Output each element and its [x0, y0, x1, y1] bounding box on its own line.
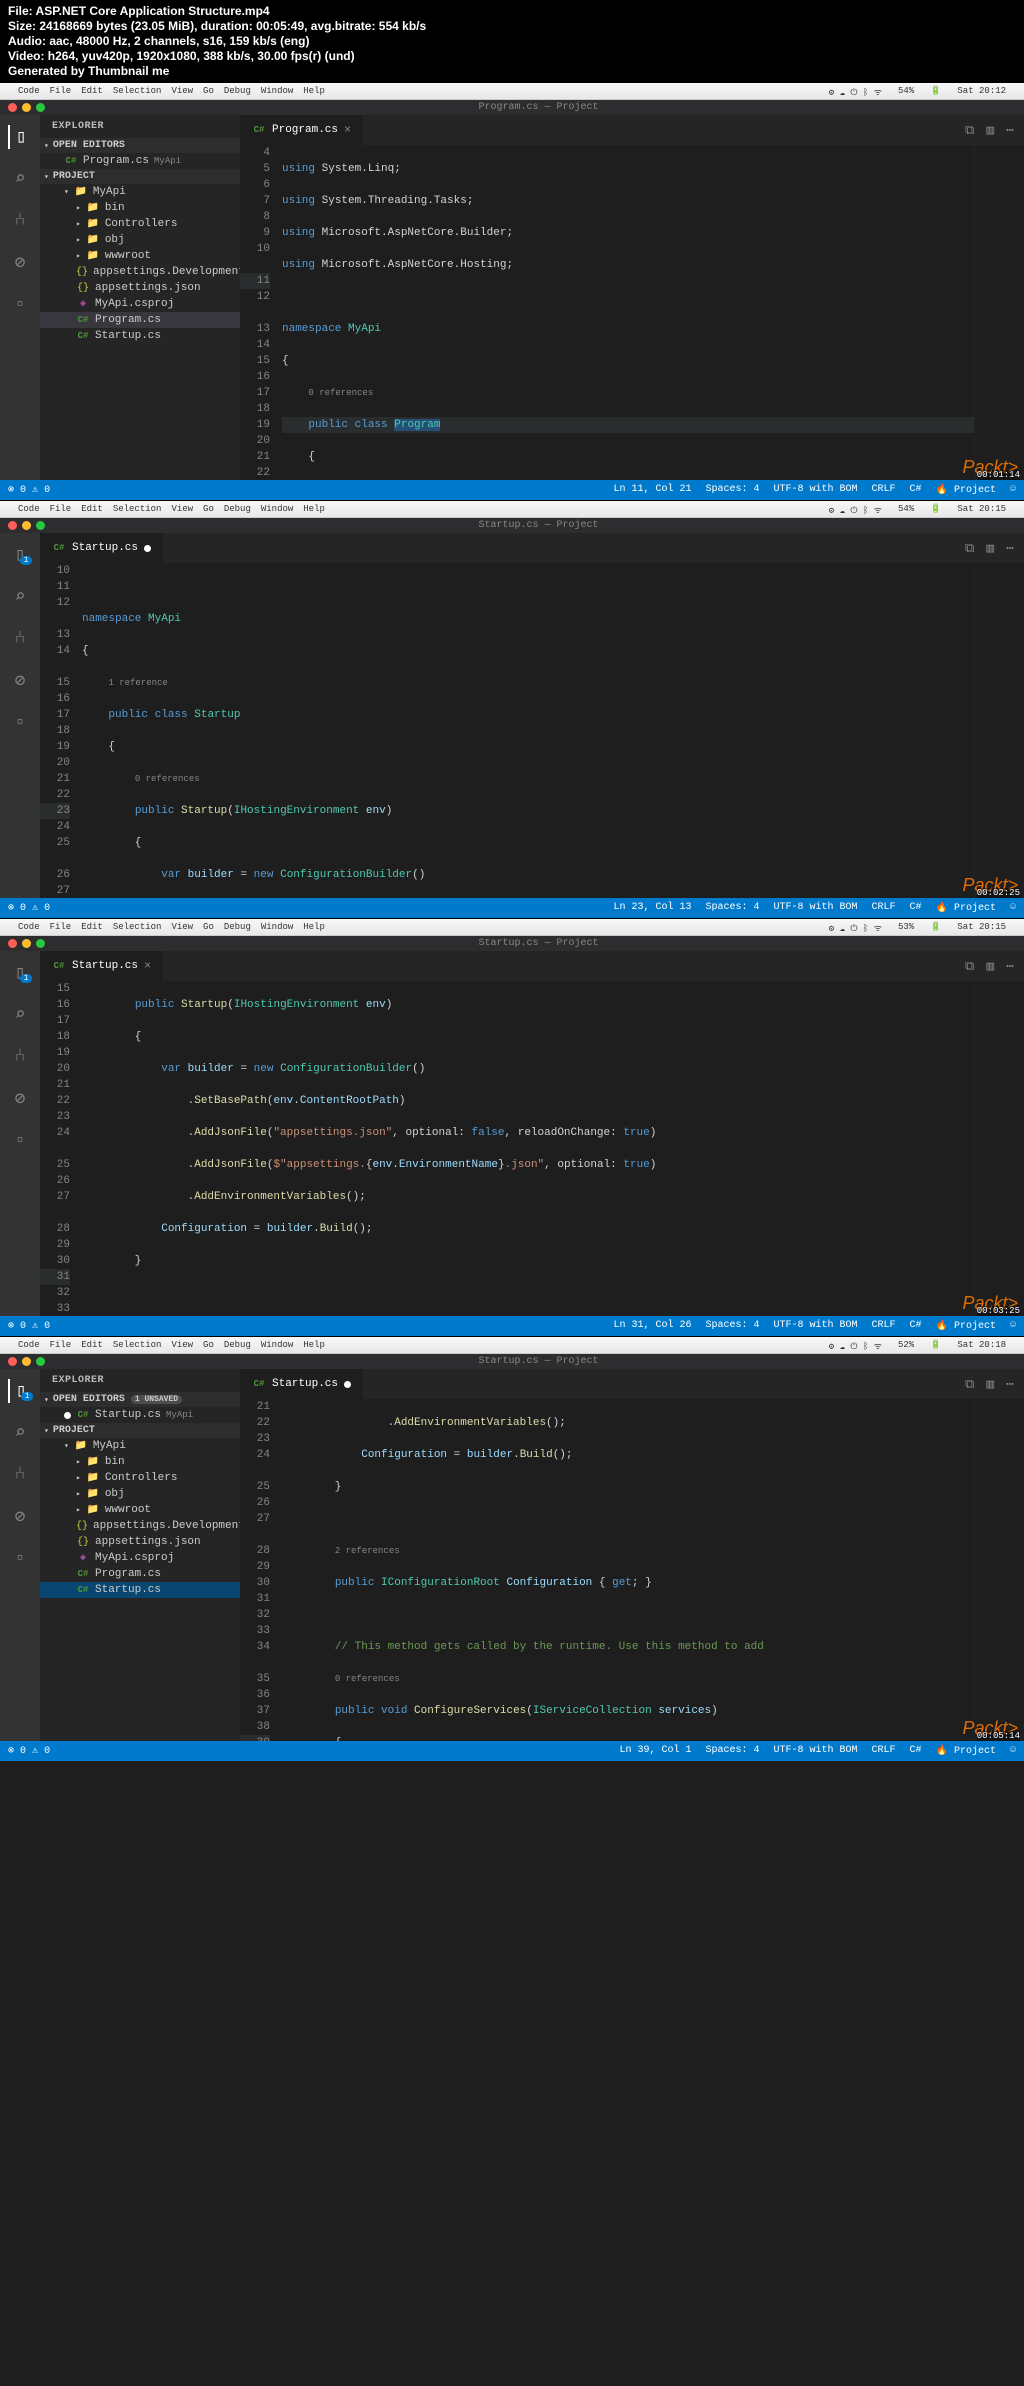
git-icon[interactable]: ⑃ [8, 209, 32, 233]
search-icon[interactable]: ⌕ [8, 585, 32, 609]
open-editors-section[interactable]: ▾OPEN EDITORS [40, 138, 240, 153]
explorer-icon[interactable]: ▯1 [8, 961, 32, 985]
git-icon[interactable]: ⑃ [8, 627, 32, 651]
statusbar: ⊗ 0 ⚠ 0 Ln 11, Col 21 Spaces: 4 UTF-8 wi… [0, 480, 1024, 500]
explorer-sidebar: EXPLORER ▾OPEN EDITORS C#Program.cs MyAp… [40, 115, 240, 480]
mac-menubar[interactable]: Code File Edit Selection View Go Debug W… [0, 83, 1024, 100]
explorer-icon[interactable]: ▯1 [8, 543, 32, 567]
menu-window[interactable]: Window [261, 86, 293, 96]
explorer-title: EXPLORER [40, 115, 240, 138]
metadata-header: File: ASP.NET Core Application Structure… [0, 0, 1024, 83]
menu-selection[interactable]: Selection [113, 86, 162, 96]
minimap[interactable] [974, 145, 1024, 480]
code-content[interactable]: using System.Linq; using System.Threadin… [282, 145, 974, 480]
clock[interactable]: Sat 20:12 [957, 86, 1006, 96]
explorer-icon[interactable]: ▯1 [8, 1379, 32, 1403]
split-icon[interactable]: ⧉ [965, 123, 974, 138]
battery-percent: 54% [898, 86, 914, 96]
debug-icon[interactable]: ⊘ [8, 1505, 32, 1529]
activity-bar: ▯ ⌕ ⑃ ⊘ ▫ [0, 115, 40, 480]
git-icon[interactable]: ⑃ [8, 1463, 32, 1487]
error-count[interactable]: ⊗ 0 ⚠ 0 [8, 484, 50, 496]
menu-go[interactable]: Go [203, 86, 214, 96]
search-icon[interactable]: ⌕ [8, 167, 32, 191]
menu-file[interactable]: File [50, 86, 72, 96]
window-title: Startup.cs — Project [53, 518, 1024, 533]
open-editor-program[interactable]: C#Program.cs MyApi [40, 153, 240, 169]
battery-icon: 🔋 [930, 86, 941, 96]
debug-icon[interactable]: ⊘ [8, 251, 32, 275]
file-csproj[interactable]: ◆MyApi.csproj [40, 296, 240, 312]
tab-startup[interactable]: C#Startup.cs× [40, 951, 164, 981]
explorer-icon[interactable]: ▯ [8, 125, 32, 149]
open-editor-startup[interactable]: C#Startup.cs MyApi [40, 1407, 240, 1423]
more-icon[interactable]: ⋯ [1006, 123, 1014, 138]
menu-edit[interactable]: Edit [81, 86, 103, 96]
language[interactable]: C# [910, 484, 922, 496]
layout-icon[interactable]: ▥ [986, 123, 994, 138]
line-gutter: 45678910111213141516171819202122232425 [240, 145, 282, 480]
tab-startup[interactable]: C#Startup.cs [240, 1369, 364, 1399]
code-content[interactable]: .AddEnvironmentVariables(); Configuratio… [282, 1399, 974, 1741]
search-icon[interactable]: ⌕ [8, 1421, 32, 1445]
window-controls[interactable] [0, 100, 53, 115]
debug-icon[interactable]: ⊘ [8, 1087, 32, 1111]
feedback-icon[interactable]: ☺ [1010, 484, 1016, 496]
file-appsettings[interactable]: {}appsettings.json [40, 280, 240, 296]
encoding[interactable]: UTF-8 with BOM [773, 484, 857, 496]
wifi-icon[interactable]: ⚙ ☁ ⏻ ᛒ ᯤ [829, 85, 882, 98]
git-icon[interactable]: ⑃ [8, 1045, 32, 1069]
extensions-icon[interactable]: ▫ [8, 711, 32, 735]
project-section[interactable]: ▾PROJECT [40, 169, 240, 184]
menu-debug[interactable]: Debug [224, 86, 251, 96]
code-content[interactable]: public Startup(IHostingEnvironment env) … [82, 981, 974, 1316]
close-icon[interactable]: × [344, 123, 351, 137]
mac-menubar[interactable]: CodeFileEditSelectionViewGoDebugWindowHe… [0, 501, 1024, 518]
cursor-position[interactable]: Ln 11, Col 21 [613, 484, 691, 496]
debug-icon[interactable]: ⊘ [8, 669, 32, 693]
menu-code[interactable]: Code [18, 86, 40, 96]
extensions-icon[interactable]: ▫ [8, 293, 32, 317]
file-program[interactable]: C#Program.cs [40, 312, 240, 328]
timestamp: 00:01:14 [977, 470, 1020, 480]
file-appsettings-dev[interactable]: {}appsettings.Development.js... [40, 264, 240, 280]
code-content[interactable]: namespace MyApi { 1 reference public cla… [82, 563, 974, 898]
eol[interactable]: CRLF [871, 484, 895, 496]
extensions-icon[interactable]: ▫ [8, 1129, 32, 1153]
folder-myapi[interactable]: ▾📁MyApi [40, 184, 240, 200]
folder-wwwroot[interactable]: ▸📁wwwroot [40, 248, 240, 264]
editor-area: C#Program.cs× ⧉ ▥ ⋯ 4567891011121314151617… [240, 115, 1024, 480]
tab-startup[interactable]: C#Startup.cs [40, 533, 164, 563]
window-title: Program.cs — Project [53, 100, 1024, 115]
extensions-icon[interactable]: ▫ [8, 1547, 32, 1571]
menu-view[interactable]: View [171, 86, 193, 96]
menu-help[interactable]: Help [303, 86, 325, 96]
folder-bin[interactable]: ▸📁bin [40, 200, 240, 216]
indent[interactable]: Spaces: 4 [705, 484, 759, 496]
folder-controllers[interactable]: ▸📁Controllers [40, 216, 240, 232]
folder-obj[interactable]: ▸📁obj [40, 232, 240, 248]
file-startup[interactable]: C#Startup.cs [40, 328, 240, 344]
file-startup[interactable]: C#Startup.cs [40, 1582, 240, 1598]
tab-program[interactable]: C#Program.cs× [240, 115, 364, 145]
search-icon[interactable]: ⌕ [8, 1003, 32, 1027]
